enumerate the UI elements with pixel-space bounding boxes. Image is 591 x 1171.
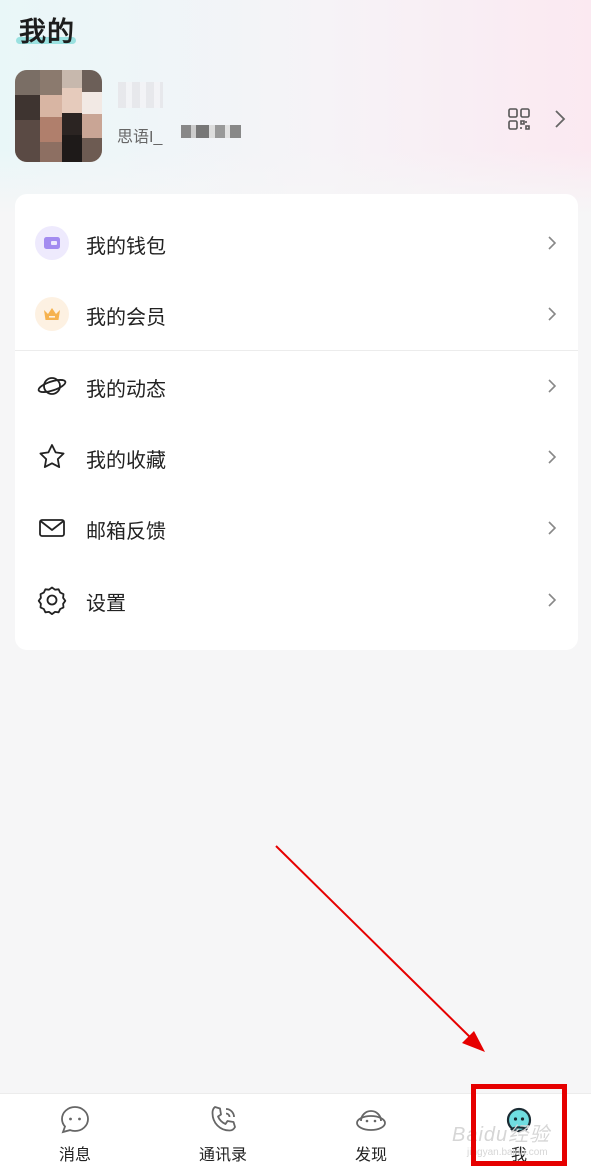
menu-label: 我的钱包	[86, 236, 166, 258]
gear-icon	[37, 586, 67, 615]
menu-card: 我的钱包 我的会员 我的动态 我的收藏 邮箱反馈 设置	[15, 194, 578, 650]
tab-label: 通讯录	[198, 1147, 247, 1164]
chevron-right-icon	[548, 379, 557, 393]
tab-label: 发现	[354, 1147, 387, 1164]
menu-label: 我的动态	[86, 379, 166, 401]
menu-label: 我的收藏	[86, 450, 166, 472]
star-icon	[39, 444, 65, 468]
menu-label: 设置	[86, 593, 126, 615]
menu-item-membership[interactable]: 我的会员	[15, 279, 578, 350]
user-id-redacted	[181, 125, 241, 138]
username-redacted	[118, 82, 163, 108]
crown-icon	[35, 297, 69, 331]
mail-icon	[39, 519, 65, 537]
chat-bubble-icon	[61, 1106, 89, 1134]
menu-item-feedback[interactable]: 邮箱反馈	[15, 493, 578, 564]
qr-code-icon[interactable]	[507, 107, 531, 131]
menu-item-favorites[interactable]: 我的收藏	[15, 422, 578, 493]
menu-item-moments[interactable]: 我的动态	[15, 351, 578, 422]
tab-contacts[interactable]: 通讯录	[163, 1094, 283, 1171]
chevron-right-icon	[548, 236, 557, 250]
menu-label: 邮箱反馈	[86, 521, 166, 543]
tab-messages[interactable]: 消息	[15, 1094, 135, 1171]
annotation-highlight-box	[471, 1084, 567, 1166]
tab-label: 消息	[58, 1147, 91, 1164]
chevron-right-icon	[548, 450, 557, 464]
chevron-right-icon	[548, 307, 557, 321]
tab-discover[interactable]: 发现	[311, 1094, 431, 1171]
avatar[interactable]	[15, 70, 102, 162]
phone-icon	[211, 1106, 236, 1132]
menu-label: 我的会员	[86, 307, 166, 329]
chevron-right-icon	[548, 593, 557, 607]
planet-icon	[37, 377, 67, 395]
page-title: 我的	[19, 17, 75, 47]
chevron-right-icon[interactable]	[553, 108, 567, 130]
wallet-icon	[35, 226, 69, 260]
planet-face-icon	[356, 1110, 386, 1131]
chevron-right-icon	[548, 521, 557, 535]
user-id-label: 思语I_	[117, 129, 163, 146]
menu-item-wallet[interactable]: 我的钱包	[15, 208, 578, 279]
menu-item-settings[interactable]: 设置	[15, 565, 578, 636]
